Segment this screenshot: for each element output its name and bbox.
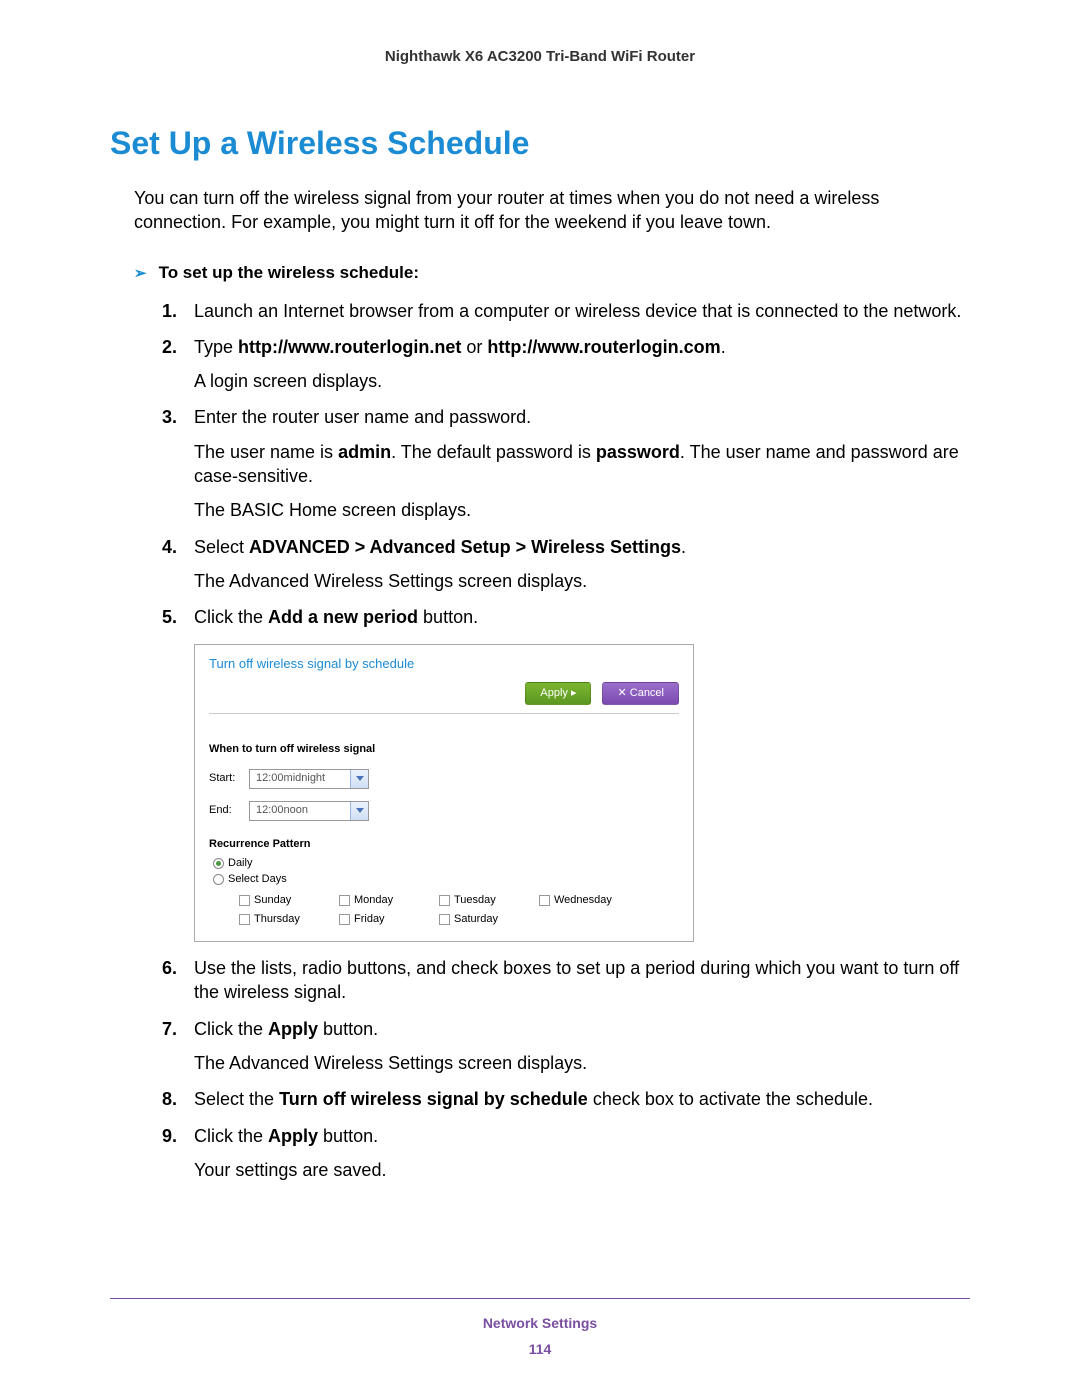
- procedure-heading: To set up the wireless schedule:: [134, 263, 970, 283]
- page-title: Set Up a Wireless Schedule: [110, 125, 970, 162]
- step-8-pre: Select the: [194, 1089, 279, 1109]
- start-time-field: Start: 12:00midnight: [209, 769, 679, 789]
- step-4: Select ADVANCED > Advanced Setup > Wirel…: [162, 535, 970, 594]
- chk-wednesday[interactable]: Wednesday: [539, 891, 639, 910]
- day-label: Friday: [354, 912, 385, 927]
- page-header-product: Nighthawk X6 AC3200 Tri-Band WiFi Router: [110, 48, 970, 65]
- step-7: Click the Apply button. The Advanced Wir…: [162, 1017, 970, 1076]
- step-3-result: The BASIC Home screen displays.: [194, 498, 970, 522]
- day-label: Tuesday: [454, 893, 496, 908]
- checkbox-icon: [439, 895, 450, 906]
- step-8: Select the Turn off wireless signal by s…: [162, 1087, 970, 1111]
- step-7-pre: Click the: [194, 1019, 268, 1039]
- step-4-pre: Select: [194, 537, 249, 557]
- step-3-detail: The user name is admin. The default pass…: [194, 440, 970, 489]
- step-2-result: A login screen displays.: [194, 369, 970, 393]
- day-label: Thursday: [254, 912, 300, 927]
- step-8-checkbox-name: Turn off wireless signal by schedule: [279, 1089, 588, 1109]
- end-select-value: 12:00noon: [250, 803, 350, 818]
- step-2: Type http://www.routerlogin.net or http:…: [162, 335, 970, 394]
- step-3-admin: admin: [338, 442, 391, 462]
- step-7-post: button.: [318, 1019, 378, 1039]
- step-2-text-mid: or: [461, 337, 487, 357]
- procedure-steps: Launch an Internet browser from a comput…: [162, 299, 970, 1183]
- end-time-field: End: 12:00noon: [209, 801, 679, 821]
- checkbox-icon: [439, 914, 450, 925]
- step-2-url-2: http://www.routerlogin.com: [487, 337, 720, 357]
- step-3-detail-c: . The default password is: [391, 442, 596, 462]
- chk-tuesday[interactable]: Tuesday: [439, 891, 539, 910]
- step-5-button-name: Add a new period: [268, 607, 418, 627]
- step-8-post: check box to activate the schedule.: [588, 1089, 873, 1109]
- checkbox-icon: [339, 914, 350, 925]
- step-9-result: Your settings are saved.: [194, 1158, 970, 1182]
- step-7-button: Apply: [268, 1019, 318, 1039]
- embedded-screenshot: Turn off wireless signal by schedule App…: [194, 644, 694, 942]
- radio-icon: [213, 874, 224, 885]
- day-label: Saturday: [454, 912, 498, 927]
- footer-section: Network Settings: [110, 1315, 970, 1331]
- radio-select-days-label: Select Days: [228, 872, 287, 887]
- apply-button[interactable]: Apply ▸: [525, 682, 591, 705]
- chk-friday[interactable]: Friday: [339, 910, 439, 929]
- recurrence-heading: Recurrence Pattern: [209, 837, 679, 852]
- step-3-password: password: [596, 442, 680, 462]
- step-4-result: The Advanced Wireless Settings screen di…: [194, 569, 970, 593]
- step-7-result: The Advanced Wireless Settings screen di…: [194, 1051, 970, 1075]
- radio-daily-label: Daily: [228, 856, 252, 871]
- chevron-down-icon: [350, 802, 368, 820]
- radio-select-days[interactable]: Select Days: [213, 872, 679, 887]
- ss-title: Turn off wireless signal by schedule: [209, 655, 679, 673]
- step-5: Click the Add a new period button. Turn …: [162, 605, 970, 942]
- ss-button-row: Apply ▸ ✕ Cancel: [209, 678, 679, 714]
- radio-icon: [213, 858, 224, 869]
- step-3: Enter the router user name and password.…: [162, 405, 970, 522]
- step-5-pre: Click the: [194, 607, 268, 627]
- step-3-text: Enter the router user name and password.: [194, 407, 531, 427]
- chevron-down-icon: [350, 770, 368, 788]
- checkbox-icon: [239, 895, 250, 906]
- step-2-text-post: .: [721, 337, 726, 357]
- cancel-button[interactable]: ✕ Cancel: [602, 682, 679, 705]
- page-footer: Network Settings 114: [110, 1298, 970, 1357]
- day-label: Monday: [354, 893, 393, 908]
- footer-page-number: 114: [110, 1341, 970, 1357]
- checkbox-icon: [539, 895, 550, 906]
- end-label: End:: [209, 803, 249, 818]
- end-select[interactable]: 12:00noon: [249, 801, 369, 821]
- chk-monday[interactable]: Monday: [339, 891, 439, 910]
- step-9: Click the Apply button. Your settings ar…: [162, 1124, 970, 1183]
- start-select-value: 12:00midnight: [250, 771, 350, 786]
- chk-thursday[interactable]: Thursday: [239, 910, 339, 929]
- intro-paragraph: You can turn off the wireless signal fro…: [134, 186, 970, 235]
- day-label: Sunday: [254, 893, 291, 908]
- step-2-text-pre: Type: [194, 337, 238, 357]
- step-3-detail-a: The user name is: [194, 442, 338, 462]
- chk-sunday[interactable]: Sunday: [239, 891, 339, 910]
- step-2-url-1: http://www.routerlogin.net: [238, 337, 461, 357]
- checkbox-icon: [239, 914, 250, 925]
- day-label: Wednesday: [554, 893, 612, 908]
- step-1: Launch an Internet browser from a comput…: [162, 299, 970, 323]
- radio-daily[interactable]: Daily: [213, 856, 679, 871]
- step-9-post: button.: [318, 1126, 378, 1146]
- checkbox-icon: [339, 895, 350, 906]
- step-5-post: button.: [418, 607, 478, 627]
- ss-section-heading: When to turn off wireless signal: [209, 742, 679, 757]
- days-grid: Sunday Monday Tuesday Wednesday Thursday…: [239, 891, 679, 929]
- step-6: Use the lists, radio buttons, and check …: [162, 956, 970, 1005]
- step-4-post: .: [681, 537, 686, 557]
- start-label: Start:: [209, 771, 249, 786]
- step-9-button: Apply: [268, 1126, 318, 1146]
- start-select[interactable]: 12:00midnight: [249, 769, 369, 789]
- chk-saturday[interactable]: Saturday: [439, 910, 539, 929]
- step-9-pre: Click the: [194, 1126, 268, 1146]
- step-4-path: ADVANCED > Advanced Setup > Wireless Set…: [249, 537, 681, 557]
